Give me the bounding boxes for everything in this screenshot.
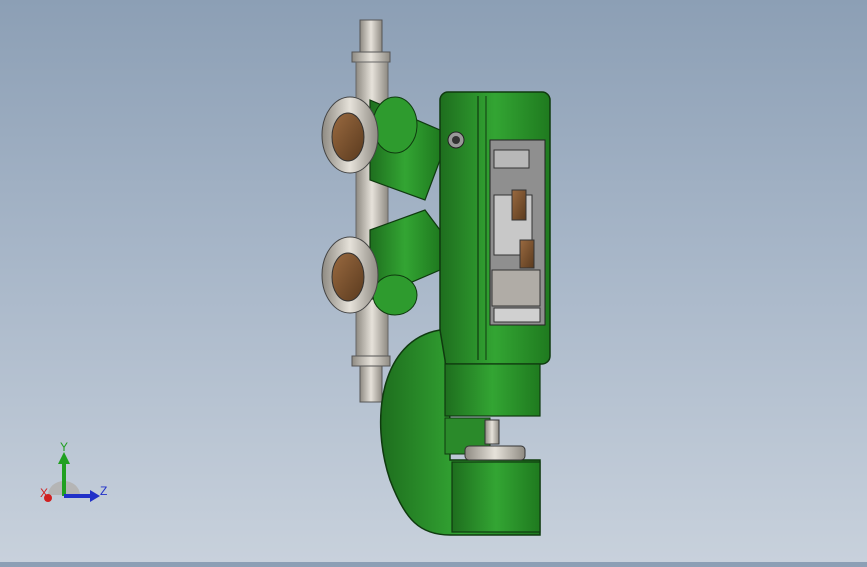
cad-model[interactable] [0,0,867,562]
z-axis-label: Z [100,484,108,498]
upper-roller-arm[interactable] [321,96,441,201]
x-axis-label: X [40,486,49,500]
y-axis-label: Y [60,440,69,454]
graphics-viewport[interactable] [0,0,867,562]
lead-screw[interactable] [351,19,391,403]
coordinate-triad: Y X Z [36,440,116,510]
main-housing[interactable] [439,91,551,365]
lower-roller-arm[interactable] [321,209,441,316]
